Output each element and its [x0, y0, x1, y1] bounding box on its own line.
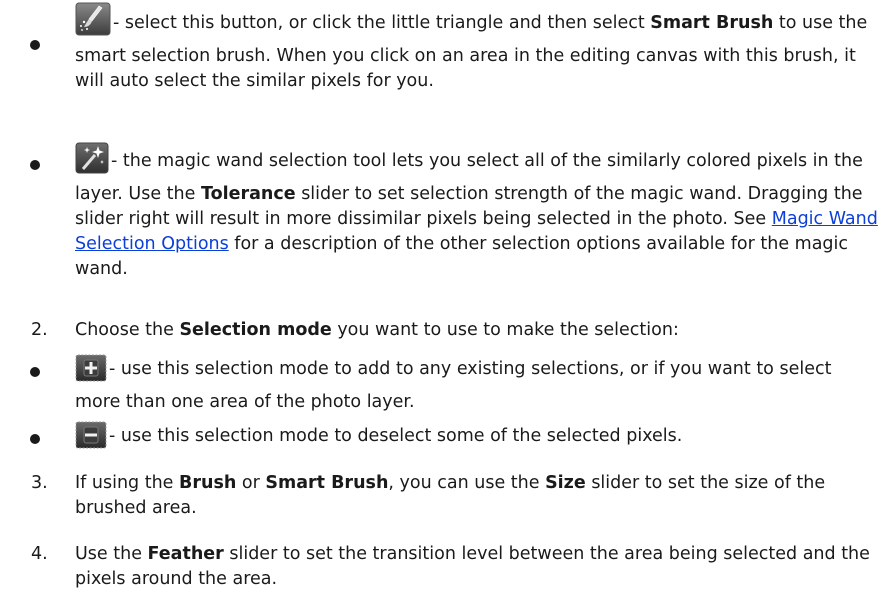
- text: or: [236, 473, 266, 493]
- bullet: [30, 40, 40, 50]
- step-2-text: Choose the Selection mode you want to us…: [75, 318, 875, 343]
- magic-wand-icon: [75, 142, 109, 182]
- bold-term: Selection mode: [179, 320, 332, 340]
- bold-term: Smart Brush: [265, 473, 389, 493]
- text: - select this button, or click the littl…: [113, 13, 651, 33]
- bullet: [30, 367, 40, 377]
- text: Use the: [75, 544, 148, 564]
- smart-brush-icon: [75, 2, 111, 44]
- text: Choose the: [75, 320, 180, 340]
- subtract-selection-icon: [75, 421, 107, 457]
- text: you want to use to make the selection:: [331, 320, 679, 340]
- bold-term: Feather: [147, 544, 224, 564]
- subtract-mode-paragraph: - use this selection mode to deselect so…: [75, 421, 881, 457]
- smart-brush-paragraph: - select this button, or click the littl…: [75, 2, 881, 94]
- bold-term: Size: [545, 473, 586, 493]
- bold-term: Smart Brush: [650, 13, 774, 33]
- step-number: 2.: [31, 320, 48, 340]
- bullet: [30, 160, 40, 170]
- step-4-text: Use the Feather slider to set the transi…: [75, 542, 881, 592]
- add-mode-paragraph: - use this selection mode to add to any …: [75, 354, 881, 415]
- bullet: [30, 434, 40, 444]
- text: - use this selection mode to deselect so…: [109, 426, 683, 446]
- bold-term: Brush: [179, 473, 237, 493]
- step-number: 4.: [31, 544, 48, 564]
- step-3-text: If using the Brush or Smart Brush, you c…: [75, 471, 881, 521]
- text: - use this selection mode to add to any …: [75, 359, 832, 412]
- bold-term: Tolerance: [200, 184, 296, 204]
- text: If using the: [75, 473, 180, 493]
- step-number: 3.: [31, 473, 48, 493]
- magic-wand-paragraph: - the magic wand selection tool lets you…: [75, 142, 881, 282]
- add-selection-icon: [75, 354, 107, 390]
- text: , you can use the: [388, 473, 546, 493]
